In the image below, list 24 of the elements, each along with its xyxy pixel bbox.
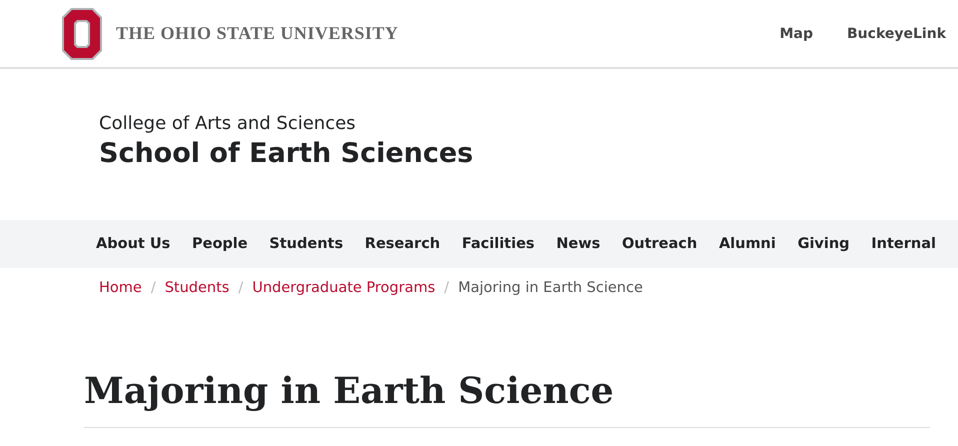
nav-item[interactable]: Research xyxy=(364,236,440,252)
block-o-logo-icon[interactable] xyxy=(62,8,102,60)
breadcrumb-link[interactable]: Students xyxy=(164,280,230,296)
nav-item[interactable]: People xyxy=(192,236,248,252)
nav-item[interactable]: Outreach xyxy=(622,236,698,252)
college-name: College of Arts and Sciences xyxy=(99,113,357,134)
nav-item[interactable]: Giving xyxy=(798,236,850,252)
header-link[interactable]: Map xyxy=(780,26,814,42)
nav-item[interactable]: Internal xyxy=(871,236,936,252)
nav-item[interactable]: News xyxy=(556,236,600,252)
header-link[interactable]: BuckeyeLink xyxy=(847,26,946,42)
university-name[interactable]: THE OHIO STATE UNIVERSITY xyxy=(116,23,398,44)
site-title[interactable]: School of Earth Sciences xyxy=(99,138,958,169)
nav-item[interactable]: About Us xyxy=(96,236,170,252)
breadcrumb-separator: / xyxy=(150,280,156,296)
nav-item[interactable]: Facilities xyxy=(462,236,535,252)
breadcrumb-separator: / xyxy=(444,280,450,296)
page-title: Majoring in Earth Science xyxy=(84,370,615,414)
breadcrumb-link[interactable]: Undergraduate Programs xyxy=(252,280,436,296)
nav-item[interactable]: Alumni xyxy=(718,236,776,252)
breadcrumb-link[interactable]: Home xyxy=(99,280,142,296)
breadcrumb-current: Majoring in Earth Science xyxy=(458,280,643,296)
nav-item[interactable]: Students xyxy=(269,236,344,252)
breadcrumb-separator: / xyxy=(238,280,244,296)
